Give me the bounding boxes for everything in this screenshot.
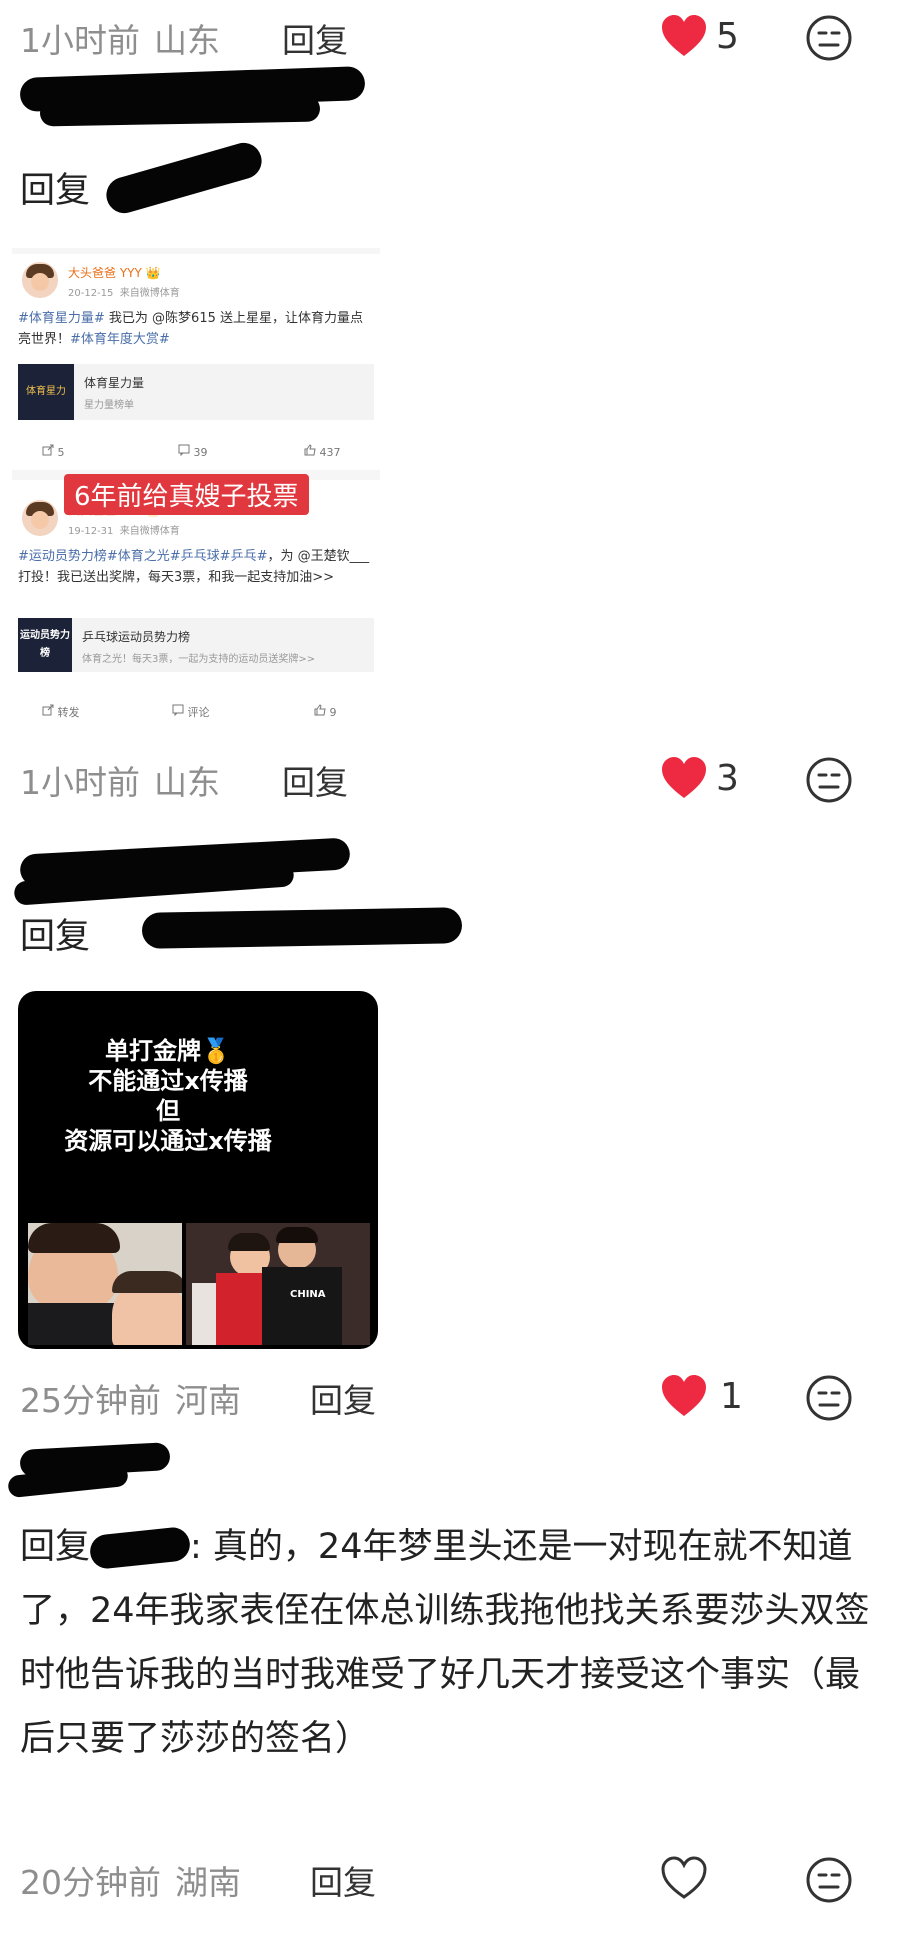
photo-right: CHINA — [186, 1223, 370, 1345]
repost-action[interactable]: 5 — [42, 444, 65, 459]
reply-prefix: 回复 — [20, 171, 91, 211]
heart-icon[interactable] — [660, 1374, 708, 1418]
comment-time: 1小时前 山东 — [20, 763, 220, 802]
avatar — [22, 262, 58, 298]
comment-icon — [172, 704, 184, 717]
comment-action[interactable]: 39 — [178, 444, 208, 459]
link-thumbnail: 运动员势力榜 — [18, 618, 72, 672]
thumbs-up-icon — [314, 704, 326, 716]
link-thumbnail: 体育星力 — [18, 364, 74, 420]
jersey-text: CHINA — [290, 1289, 326, 1300]
comment-time: 25分钟前 河南 — [20, 1381, 241, 1420]
like-count: 1 — [720, 1376, 743, 1417]
like-count: 5 — [716, 16, 739, 57]
repost-action[interactable]: 转发 — [42, 704, 80, 720]
redacted-username — [39, 95, 321, 127]
link-subtitle: 星力量榜单 — [84, 400, 134, 411]
heart-outline-icon[interactable] — [660, 1856, 708, 1900]
comment-time: 20分钟前 湖南 — [20, 1863, 241, 1902]
redacted-mention — [88, 1525, 192, 1571]
like-count: 437 — [319, 446, 341, 459]
redacted-mention — [102, 138, 266, 218]
weibo-body: #体育星力量# 我已为 @陈梦615 送上星星，让体育力量点亮世界！#体育年度大… — [18, 311, 364, 347]
neutral-face-icon[interactable] — [805, 14, 853, 62]
comment-label: 评论 — [187, 706, 210, 719]
comment-meta-4: 20分钟前 湖南 回复 — [0, 1848, 900, 1908]
comment-time: 1小时前 山东 — [20, 21, 220, 60]
neutral-face-icon[interactable] — [805, 756, 853, 804]
weibo-screenshot-image[interactable]: 大头爸爸 YYY 👑 20-12-15 来自微博体育 #体育星力量# 我已为 @… — [12, 248, 380, 732]
heart-icon[interactable] — [660, 756, 708, 800]
weibo-body: #运动员势力榜#体育之光#乒乓球#乒乓#，为 @王楚钦___ 打投！我已送出奖牌… — [18, 549, 370, 585]
reply-button[interactable]: 回复 — [282, 756, 348, 804]
weibo-username: 大头爸爸 YYY 👑 — [68, 266, 161, 280]
like-action[interactable]: 437 — [304, 444, 341, 459]
like-count: 3 — [716, 758, 739, 799]
comment-action[interactable]: 评论 — [172, 704, 210, 720]
meme-caption-line: 资源可以通过x传播 — [64, 1127, 272, 1155]
redacted-mention — [141, 907, 463, 949]
share-icon — [42, 704, 54, 716]
repost-label: 转发 — [57, 706, 80, 719]
neutral-face-icon[interactable] — [805, 1374, 853, 1422]
like-action[interactable]: 9 — [314, 704, 337, 719]
like-count: 9 — [329, 706, 337, 719]
link-subtitle: 体育之光！每天3票，一起为支持的运动员送奖牌>> — [82, 654, 316, 665]
comment-count: 39 — [193, 446, 208, 459]
overlay-caption: 6年前给真嫂子投票 — [64, 474, 309, 515]
meme-image[interactable]: 单打金牌🥇 不能通过x传播 但 资源可以通过x传播 CHINA — [18, 991, 378, 1349]
comment-meta-2: 1小时前 山东 回复 3 — [0, 748, 900, 808]
heart-icon[interactable] — [660, 14, 708, 58]
comment-icon — [178, 444, 190, 457]
weibo-link-card[interactable]: 体育星力 体育星力量 星力量榜单 — [18, 364, 374, 420]
weibo-date: 19-12-31 来自微博体育 — [68, 526, 180, 537]
weibo-link-card[interactable]: 运动员势力榜 乒乓球运动员势力榜 体育之光！每天3票，一起为支持的运动员送奖牌>… — [18, 618, 374, 672]
weibo-date: 20-12-15 来自微博体育 — [68, 288, 180, 299]
thumbs-up-icon — [304, 444, 316, 456]
reply-prefix: 回复 — [20, 917, 91, 957]
reply-text: 回复: 真的，24年梦里头还是一对现在就不知道了，24年我家表侄在体总训练我拖他… — [20, 1525, 870, 1759]
reply-button[interactable]: 回复 — [310, 1374, 376, 1422]
link-title: 体育星力量 — [84, 376, 145, 390]
share-icon — [42, 444, 54, 456]
weibo-post: 大头爸爸 YYY 👑 19-12-31 来自微博体育 #运动员势力榜#体育之光#… — [12, 480, 380, 732]
link-title: 乒乓球运动员势力榜 — [82, 630, 191, 644]
neutral-face-icon[interactable] — [805, 1856, 853, 1904]
comment-meta-3: 25分钟前 河南 回复 1 — [0, 1366, 900, 1426]
weibo-post: 大头爸爸 YYY 👑 20-12-15 来自微博体育 #体育星力量# 我已为 @… — [12, 254, 380, 470]
comment-meta-1: 1小时前 山东 回复 5 — [0, 6, 900, 66]
reply-button[interactable]: 回复 — [282, 14, 348, 62]
photo-left — [28, 1223, 182, 1345]
repost-count: 5 — [57, 446, 65, 459]
avatar — [22, 500, 58, 536]
reply-button[interactable]: 回复 — [310, 1856, 376, 1904]
